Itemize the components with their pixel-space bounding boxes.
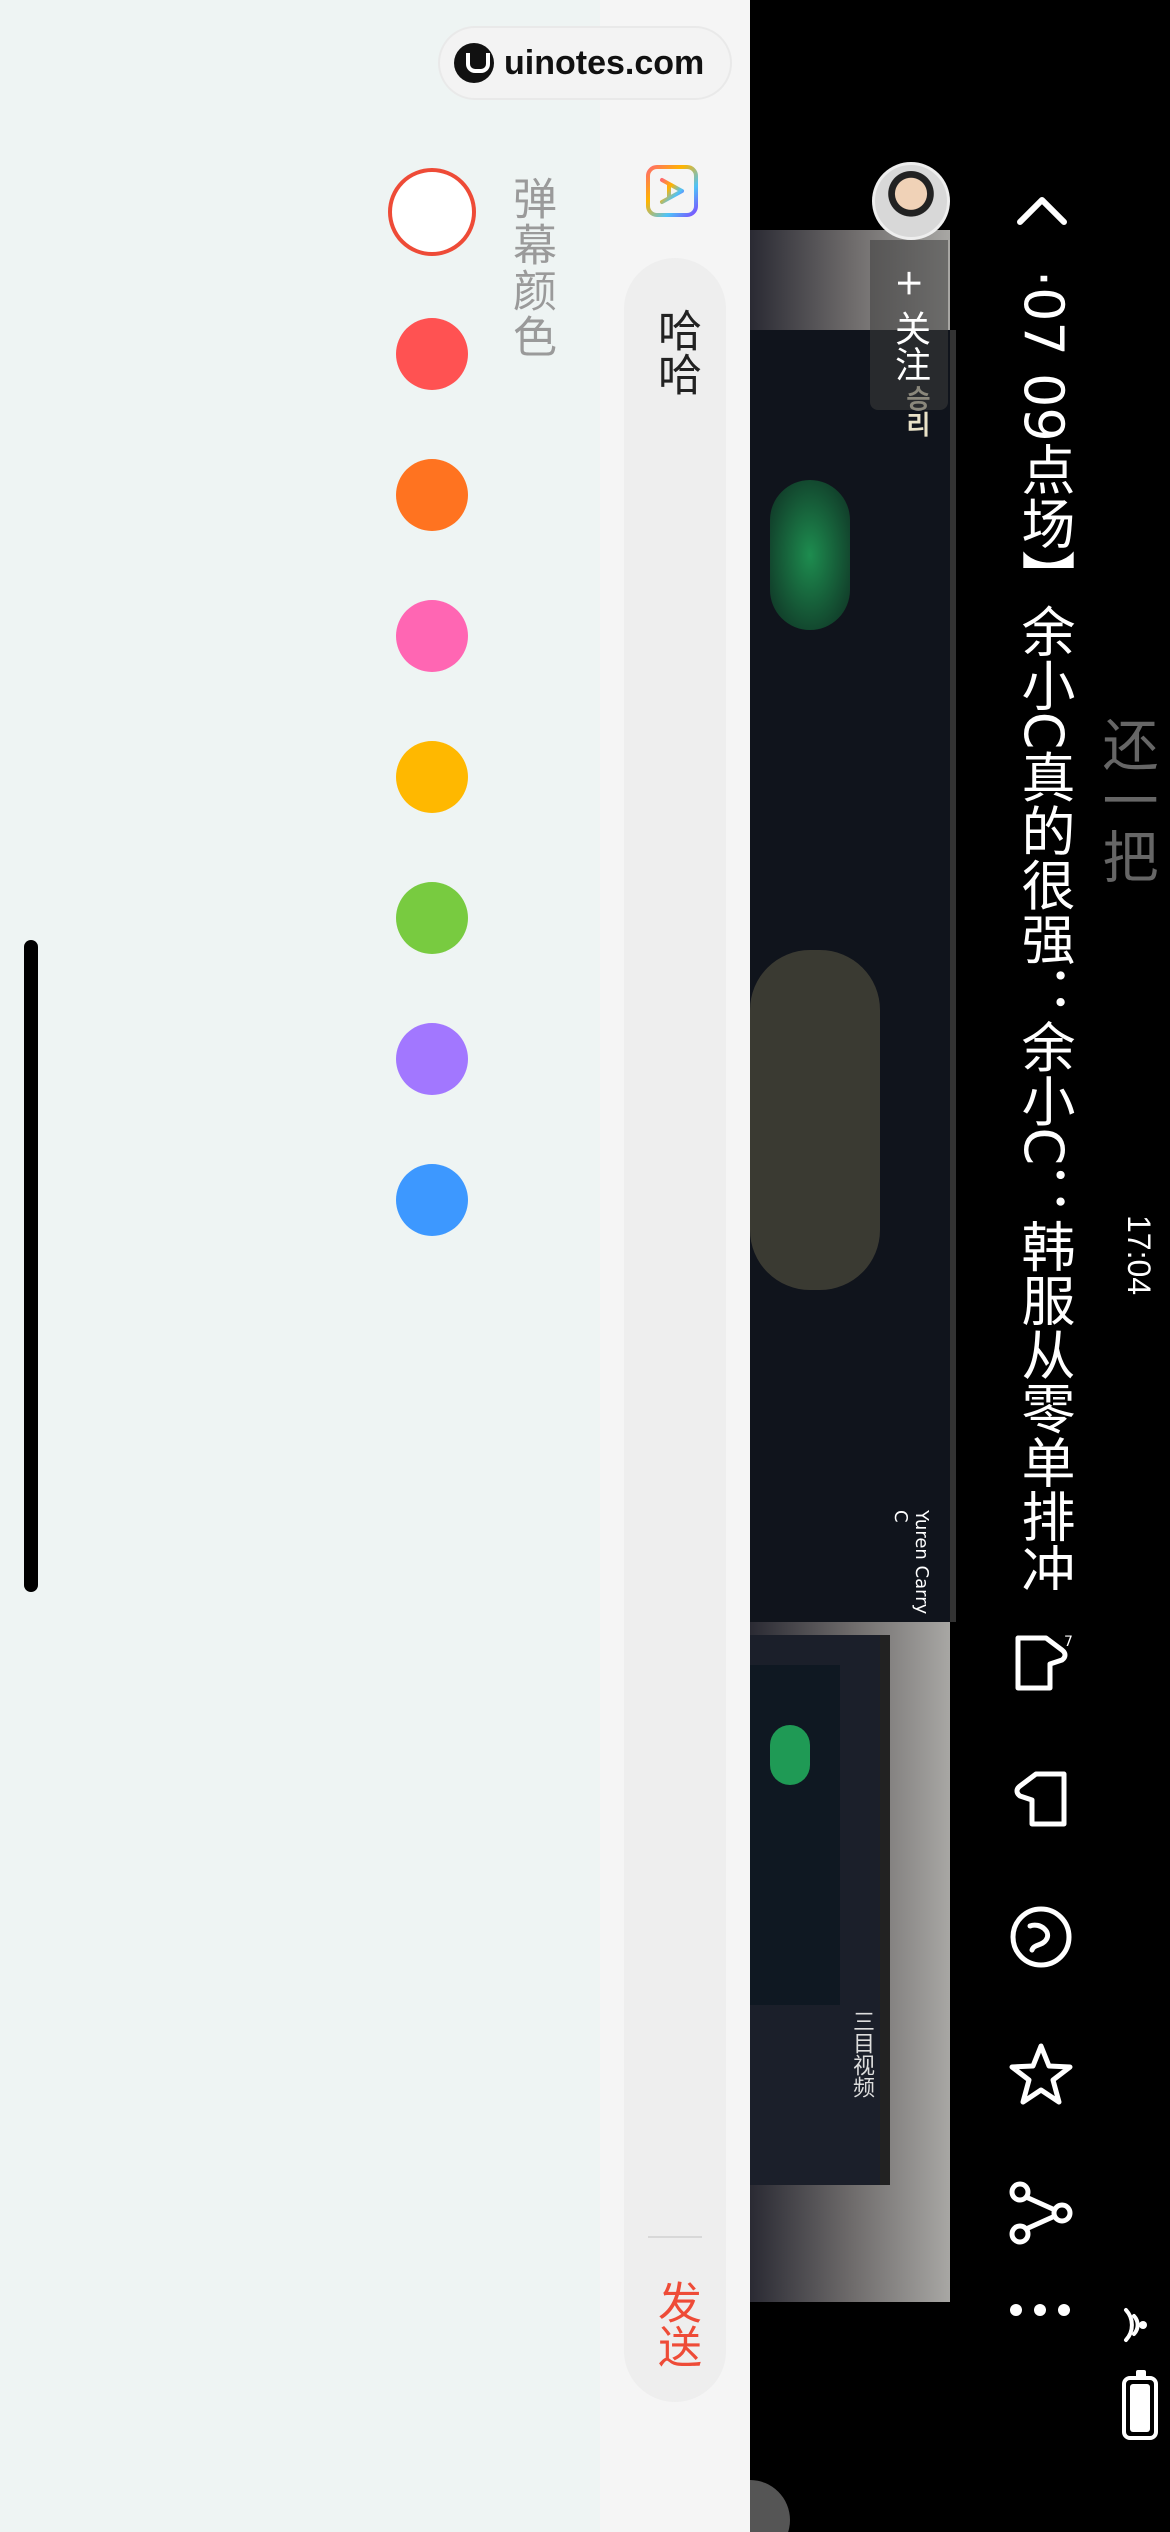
font-style-icon[interactable] <box>645 164 699 218</box>
uinotes-logo-icon <box>454 43 494 83</box>
danmu-color-panel: 弹幕颜色 <box>0 0 600 2532</box>
color-swatch-yellow[interactable] <box>396 741 468 813</box>
channel-logo <box>750 2480 790 2532</box>
send-divider <box>648 2236 702 2238</box>
svg-text:7: 7 <box>1064 1634 1073 1650</box>
danmu-comment: 还一把 <box>1093 716 1158 884</box>
status-time: 17:04 <box>1121 1215 1157 1296</box>
favorite-star-icon[interactable] <box>1006 2040 1076 2110</box>
uinotes-watermark: uinotes.com <box>440 28 730 98</box>
video-watermark: 三目视频 <box>849 2010 874 2098</box>
color-swatch-pink[interactable] <box>396 600 468 672</box>
color-swatch-white[interactable] <box>388 168 476 256</box>
video-screen-main: 승리 Yuren Carry C <box>750 330 956 1622</box>
color-swatch-orange[interactable] <box>396 459 468 531</box>
video-player[interactable]: 승리 Yuren Carry C 三目视频 <box>750 0 1170 2532</box>
danmu-input-value: 哈哈 <box>650 308 701 396</box>
send-button[interactable]: 发送 <box>650 2280 701 2368</box>
champion-emblem <box>770 480 850 630</box>
color-swatch-purple[interactable] <box>396 1023 468 1095</box>
back-chevron-icon[interactable] <box>1010 180 1074 244</box>
uploader-avatar[interactable] <box>872 162 950 240</box>
coin-icon[interactable] <box>1006 1902 1076 1972</box>
color-swatch-red[interactable] <box>396 318 468 390</box>
dislike-icon[interactable] <box>1006 1764 1076 1834</box>
player-name-text: Yuren Carry C <box>890 1510 932 1615</box>
secondary-screen-content <box>750 1665 840 2005</box>
watermark-text: uinotes.com <box>504 43 705 82</box>
share-icon[interactable] <box>1006 2178 1076 2248</box>
color-swatch-blue[interactable] <box>396 1164 468 1236</box>
danmu-input-field[interactable]: 哈哈 发送 <box>624 258 726 2402</box>
streamer-silhouette <box>750 950 880 1290</box>
like-icon[interactable]: 7 <box>1006 1628 1076 1698</box>
video-screen-secondary <box>750 1635 890 2185</box>
wifi-icon <box>1124 2308 1147 2342</box>
video-title: ·07 09点场】余小C真的很强：余小C：韩服从零单排冲王者 <box>1012 270 1075 1590</box>
home-indicator[interactable] <box>24 940 38 1592</box>
color-swatch-green[interactable] <box>396 882 468 954</box>
video-frame: 승리 Yuren Carry C 三目视频 <box>750 230 956 2532</box>
follow-button[interactable]: + 关注 <box>870 240 948 410</box>
battery-icon <box>1122 2370 1158 2440</box>
danmu-color-title: 弹幕颜色 <box>505 176 556 360</box>
status-more-dots-icon <box>1010 2304 1070 2316</box>
